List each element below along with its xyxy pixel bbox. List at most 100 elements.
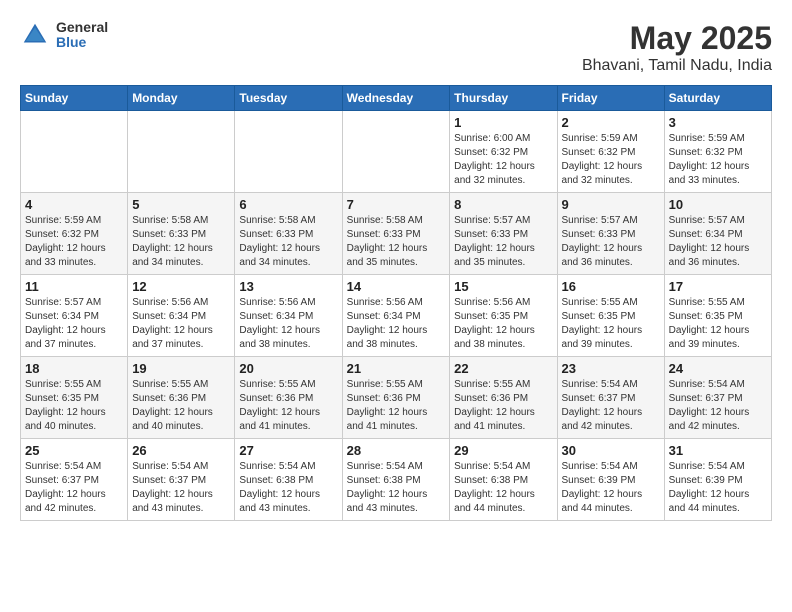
calendar-cell: 20 Sunrise: 5:55 AM Sunset: 6:36 PM Dayli… [235,357,342,439]
calendar-cell: 2Sunrise: 5:59 AM Sunset: 6:32 PM Daylig… [557,111,664,193]
header-sunday: Sunday [21,86,128,111]
day-number: 24 [669,361,767,376]
day-info: Sunrise: 6:00 AM Sunset: 6:32 PM Dayligh… [454,132,552,188]
day-info: Sunrise: 5:55 AM Sunset: 6:35 PM Dayligh… [669,296,767,352]
day-info: Sunrise: 5:55 AM Sunset: 6:36 PM Dayligh… [347,378,446,434]
day-number: 3 [669,115,767,130]
day-number: 11 [25,279,123,294]
header-wednesday: Wednesday [342,86,450,111]
day-info: Sunrise: 5:54 AM Sunset: 6:37 PM Dayligh… [669,378,767,434]
calendar-cell: 23 Sunrise: 5:54 AM Sunset: 6:37 PM Dayli… [557,357,664,439]
calendar-cell: 11 Sunrise: 5:57 AM Sunset: 6:34 PM Dayli… [21,275,128,357]
day-info: Sunrise: 5:54 AM Sunset: 6:37 PM Dayligh… [562,378,660,434]
header-tuesday: Tuesday [235,86,342,111]
calendar-cell: 3 Sunrise: 5:59 AM Sunset: 6:32 PM Daylig… [664,111,771,193]
day-number: 9 [562,197,660,212]
day-info: Sunrise: 5:54 AM Sunset: 6:38 PM Dayligh… [239,460,337,516]
day-info: Sunrise: 5:58 AM Sunset: 6:33 PM Dayligh… [132,214,230,270]
week-row-2: 4Sunrise: 5:59 AM Sunset: 6:32 PM Daylig… [21,193,772,275]
title-area: May 2025 Bhavani, Tamil Nadu, India [582,20,772,75]
week-row-1: 1 Sunrise: 6:00 AM Sunset: 6:32 PM Daylig… [21,111,772,193]
day-info: Sunrise: 5:56 AM Sunset: 6:34 PM Dayligh… [239,296,337,352]
calendar-cell: 13 Sunrise: 5:56 AM Sunset: 6:34 PM Dayli… [235,275,342,357]
week-row-4: 18 Sunrise: 5:55 AM Sunset: 6:35 PM Dayli… [21,357,772,439]
calendar-cell: 6 Sunrise: 5:58 AM Sunset: 6:33 PM Daylig… [235,193,342,275]
calendar-cell: 26 Sunrise: 5:54 AM Sunset: 6:37 PM Dayli… [128,439,235,521]
week-row-3: 11 Sunrise: 5:57 AM Sunset: 6:34 PM Dayli… [21,275,772,357]
calendar-cell: 9Sunrise: 5:57 AM Sunset: 6:33 PM Daylig… [557,193,664,275]
day-info: Sunrise: 5:59 AM Sunset: 6:32 PM Dayligh… [25,214,123,270]
day-info: Sunrise: 5:57 AM Sunset: 6:34 PM Dayligh… [25,296,123,352]
calendar-cell [128,111,235,193]
day-number: 23 [562,361,660,376]
calendar-cell: 30Sunrise: 5:54 AM Sunset: 6:39 PM Dayli… [557,439,664,521]
calendar-cell: 12 Sunrise: 5:56 AM Sunset: 6:34 PM Dayli… [128,275,235,357]
day-info: Sunrise: 5:55 AM Sunset: 6:35 PM Dayligh… [562,296,660,352]
day-number: 5 [132,197,230,212]
day-info: Sunrise: 5:57 AM Sunset: 6:33 PM Dayligh… [454,214,552,270]
day-number: 27 [239,443,337,458]
calendar-cell: 17 Sunrise: 5:55 AM Sunset: 6:35 PM Dayli… [664,275,771,357]
day-number: 7 [347,197,446,212]
calendar-cell: 29Sunrise: 5:54 AM Sunset: 6:38 PM Dayli… [450,439,557,521]
day-number: 2 [562,115,660,130]
logo-icon [20,20,50,50]
calendar-cell: 31 Sunrise: 5:54 AM Sunset: 6:39 PM Dayli… [664,439,771,521]
header-saturday: Saturday [664,86,771,111]
page-header: General Blue May 2025 Bhavani, Tamil Nad… [20,20,772,75]
calendar-cell: 8Sunrise: 5:57 AM Sunset: 6:33 PM Daylig… [450,193,557,275]
subtitle: Bhavani, Tamil Nadu, India [582,57,772,75]
day-number: 15 [454,279,552,294]
day-info: Sunrise: 5:54 AM Sunset: 6:37 PM Dayligh… [132,460,230,516]
day-info: Sunrise: 5:58 AM Sunset: 6:33 PM Dayligh… [239,214,337,270]
day-number: 14 [347,279,446,294]
header-row: SundayMondayTuesdayWednesdayThursdayFrid… [21,86,772,111]
calendar-cell [21,111,128,193]
calendar-body: 1 Sunrise: 6:00 AM Sunset: 6:32 PM Daylig… [21,111,772,521]
calendar-cell: 18 Sunrise: 5:55 AM Sunset: 6:35 PM Dayli… [21,357,128,439]
day-info: Sunrise: 5:56 AM Sunset: 6:34 PM Dayligh… [347,296,446,352]
calendar-cell: 14 Sunrise: 5:56 AM Sunset: 6:34 PM Dayli… [342,275,450,357]
day-number: 12 [132,279,230,294]
day-number: 1 [454,115,552,130]
calendar-cell: 22 Sunrise: 5:55 AM Sunset: 6:36 PM Dayli… [450,357,557,439]
day-number: 19 [132,361,230,376]
calendar-cell [342,111,450,193]
day-number: 31 [669,443,767,458]
day-info: Sunrise: 5:55 AM Sunset: 6:36 PM Dayligh… [454,378,552,434]
day-info: Sunrise: 5:54 AM Sunset: 6:39 PM Dayligh… [669,460,767,516]
calendar-cell: 24 Sunrise: 5:54 AM Sunset: 6:37 PM Dayli… [664,357,771,439]
day-number: 16 [562,279,660,294]
day-info: Sunrise: 5:54 AM Sunset: 6:37 PM Dayligh… [25,460,123,516]
calendar-cell [235,111,342,193]
calendar-cell: 10Sunrise: 5:57 AM Sunset: 6:34 PM Dayli… [664,193,771,275]
calendar-cell: 25Sunrise: 5:54 AM Sunset: 6:37 PM Dayli… [21,439,128,521]
calendar-cell: 21 Sunrise: 5:55 AM Sunset: 6:36 PM Dayli… [342,357,450,439]
day-number: 13 [239,279,337,294]
week-row-5: 25Sunrise: 5:54 AM Sunset: 6:37 PM Dayli… [21,439,772,521]
main-title: May 2025 [582,20,772,57]
day-info: Sunrise: 5:56 AM Sunset: 6:35 PM Dayligh… [454,296,552,352]
day-info: Sunrise: 5:54 AM Sunset: 6:38 PM Dayligh… [454,460,552,516]
day-info: Sunrise: 5:56 AM Sunset: 6:34 PM Dayligh… [132,296,230,352]
day-info: Sunrise: 5:55 AM Sunset: 6:36 PM Dayligh… [239,378,337,434]
day-number: 20 [239,361,337,376]
calendar-table: SundayMondayTuesdayWednesdayThursdayFrid… [20,85,772,521]
day-number: 17 [669,279,767,294]
day-number: 21 [347,361,446,376]
calendar-cell: 27 Sunrise: 5:54 AM Sunset: 6:38 PM Dayli… [235,439,342,521]
day-number: 22 [454,361,552,376]
day-info: Sunrise: 5:55 AM Sunset: 6:35 PM Dayligh… [25,378,123,434]
day-number: 18 [25,361,123,376]
day-info: Sunrise: 5:59 AM Sunset: 6:32 PM Dayligh… [669,132,767,188]
day-number: 30 [562,443,660,458]
calendar-cell: 16 Sunrise: 5:55 AM Sunset: 6:35 PM Dayli… [557,275,664,357]
calendar-header: SundayMondayTuesdayWednesdayThursdayFrid… [21,86,772,111]
logo-text: General Blue [56,20,108,51]
calendar-cell: 19Sunrise: 5:55 AM Sunset: 6:36 PM Dayli… [128,357,235,439]
day-info: Sunrise: 5:58 AM Sunset: 6:33 PM Dayligh… [347,214,446,270]
logo-general: General [56,20,108,35]
day-number: 26 [132,443,230,458]
day-number: 6 [239,197,337,212]
calendar-cell: 15 Sunrise: 5:56 AM Sunset: 6:35 PM Dayli… [450,275,557,357]
